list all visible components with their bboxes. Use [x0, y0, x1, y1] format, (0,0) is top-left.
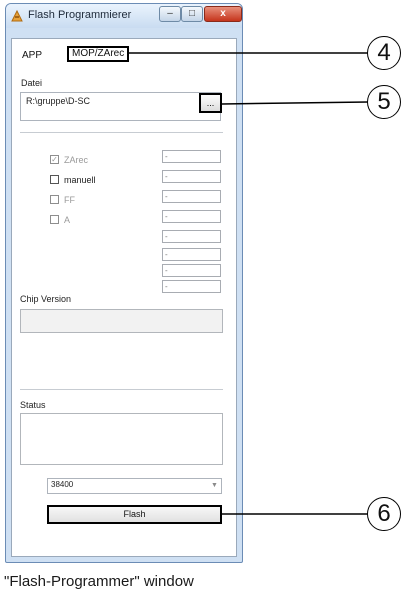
callout-6: 6	[367, 497, 401, 531]
callout-5: 5	[367, 85, 401, 119]
figure-caption: "Flash-Programmer" window	[4, 573, 194, 590]
callout-4: 4	[367, 36, 401, 70]
callout-5-line	[221, 101, 369, 105]
callout-lines	[129, 52, 369, 515]
